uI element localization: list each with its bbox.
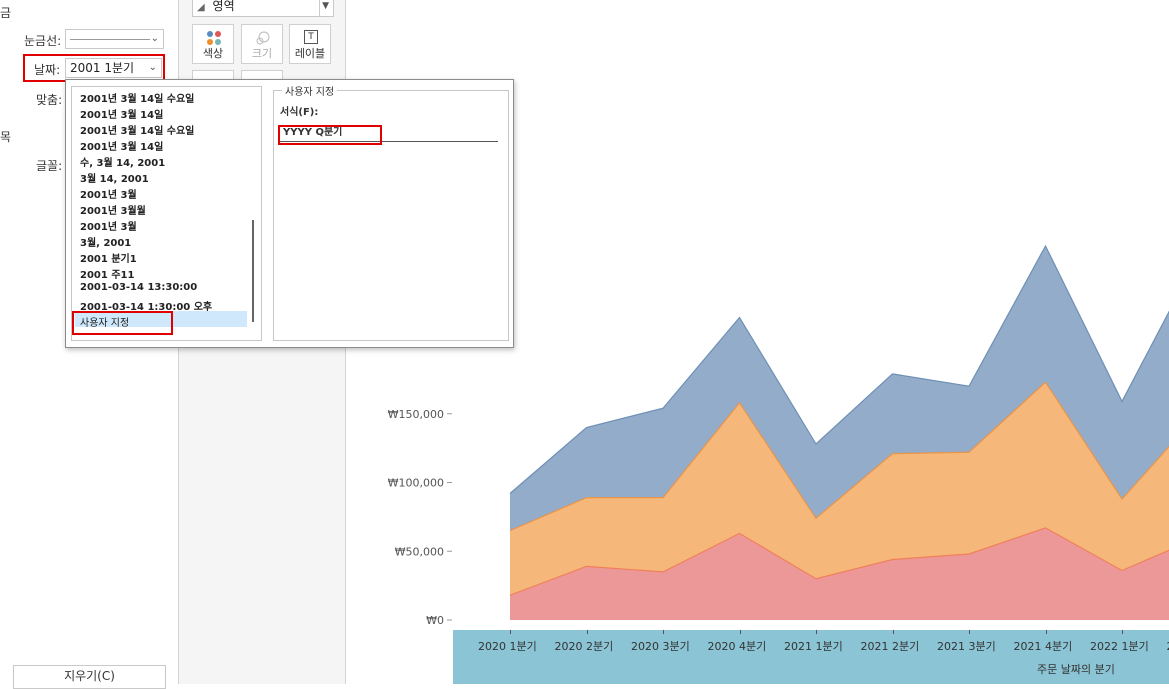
format-option[interactable]: 2001년 3월 14일 [80, 138, 163, 153]
format-option[interactable]: 2001년 3월 14일 수요일 [80, 122, 194, 137]
chevron-down-icon: ⌄ [149, 59, 157, 77]
gridline-label: 눈금선: [24, 32, 61, 49]
date-label: 날짜: [34, 61, 60, 78]
mark-type-value: 영역 [213, 0, 235, 13]
list-scrollbar[interactable] [252, 220, 254, 322]
custom-highlight-box [72, 311, 173, 335]
dropdown-divider [319, 0, 320, 16]
label-icon: T [304, 30, 318, 44]
size-icon [255, 30, 271, 46]
color-button[interactable]: 색상 [192, 24, 234, 64]
y-tick-label: ₩50,000 [395, 545, 444, 558]
format-option[interactable]: 2001년 3월 14일 수요일 [80, 90, 194, 105]
y-tick-label: ₩150,000 [388, 408, 444, 421]
size-button-label: 크기 [242, 45, 282, 61]
color-dots-icon [206, 30, 222, 46]
label-button[interactable]: T 레이블 [289, 24, 331, 64]
color-button-label: 색상 [193, 45, 233, 61]
format-option[interactable]: 수, 3월 14, 2001 [80, 154, 165, 169]
custom-group-title: 사용자 지정 [282, 83, 337, 98]
date-format-list[interactable]: 2001년 3월 14일 수요일2001년 3월 14일2001년 3월 14일… [71, 86, 262, 341]
format-option[interactable]: 2001년 3월월 [80, 202, 146, 217]
caret-down-icon: ▼ [322, 0, 329, 15]
chevron-down-icon: ⌄ [151, 30, 159, 48]
label-button-label: 레이블 [290, 45, 330, 61]
date-format-popup: 2001년 3월 14일 수요일2001년 3월 14일2001년 3월 14일… [65, 79, 514, 348]
date-format-dropdown[interactable]: 2001 1분기 ⌄ [65, 58, 162, 78]
clear-button[interactable]: 지우기(C) [13, 665, 166, 689]
date-format-value: 2001 1분기 [70, 61, 134, 75]
mark-type-dropdown[interactable]: ◢ 영역 ▼ [192, 0, 334, 17]
format-option[interactable]: 2001 분기1 [80, 250, 137, 265]
format-option[interactable]: 2001년 3월 [80, 218, 137, 233]
format-option[interactable]: 2001년 3월 14일 [80, 106, 163, 121]
format-field-label: 서식(F): [280, 103, 318, 118]
area-chart-icon: ◢ [197, 2, 205, 13]
format-option[interactable]: 2001 주11 [80, 266, 134, 281]
section-label: 금 [0, 4, 11, 21]
y-tick-label: ₩0 [426, 614, 444, 627]
size-button[interactable]: 크기 [241, 24, 283, 64]
format-field-highlight-box [278, 125, 382, 145]
format-option[interactable]: 2001-03-14 13:30:00 [80, 282, 197, 293]
gridline-line-sample [70, 39, 150, 40]
y-tick-label: ₩100,000 [388, 477, 444, 490]
fit-label: 맞춤: [36, 91, 62, 108]
format-option[interactable]: 3월, 2001 [80, 234, 131, 249]
format-option[interactable]: 2001년 3월 [80, 186, 137, 201]
section-label: 목 [0, 128, 11, 145]
format-option[interactable]: 3월 14, 2001 [80, 170, 149, 185]
gridline-dropdown[interactable]: ⌄ [65, 29, 164, 49]
x-axis-title: 주문 날짜의 분기 [1037, 661, 1115, 677]
font-label: 글꼴: [36, 157, 62, 174]
